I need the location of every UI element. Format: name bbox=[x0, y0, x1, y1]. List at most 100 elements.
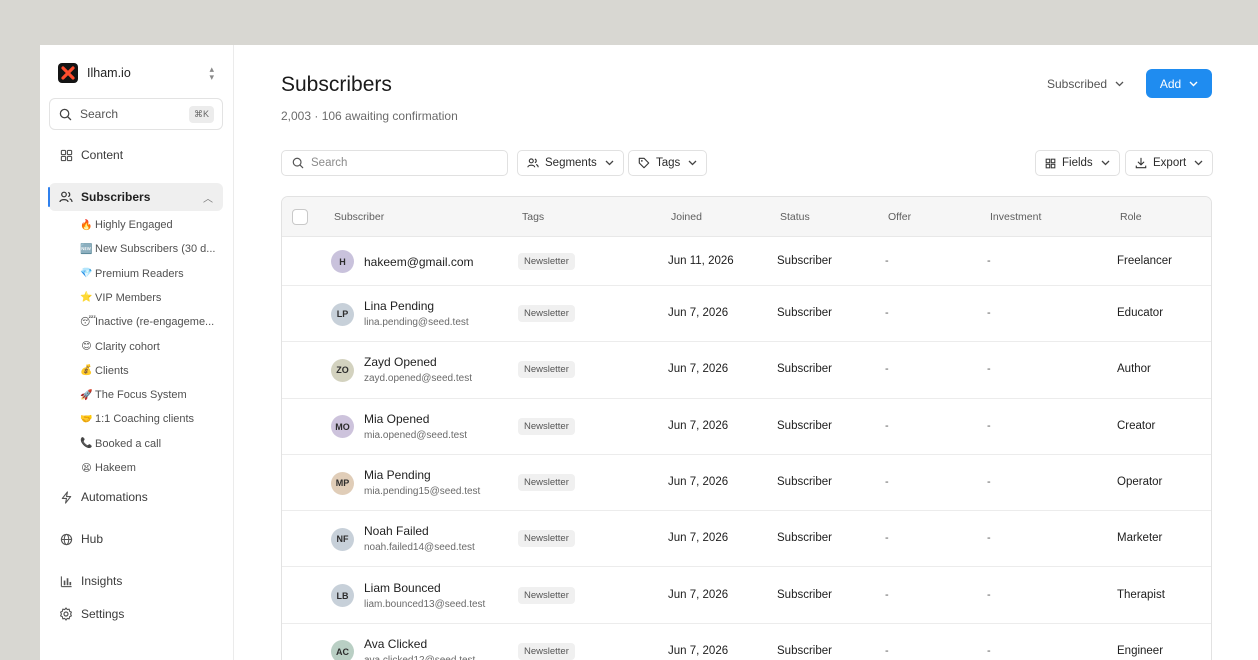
sidebar-item-settings[interactable]: Settings bbox=[49, 600, 223, 628]
tag-badge: Newsletter bbox=[518, 305, 575, 323]
tag-badge: Newsletter bbox=[518, 361, 575, 379]
subscribers-table: Subscriber Tags Joined Status Offer Inve… bbox=[281, 196, 1212, 660]
subscriber-name[interactable]: Mia Pending bbox=[364, 468, 431, 482]
segment-emoji-icon: 😫 bbox=[81, 462, 92, 474]
table-row[interactable]: MO Mia Opened mia.opened@seed.test Newslett… bbox=[282, 399, 1211, 455]
subscriber-name[interactable]: Mia Opened bbox=[364, 412, 429, 426]
column-header-role[interactable]: Role bbox=[1120, 211, 1142, 223]
sidebar-item-hub[interactable]: Hub bbox=[49, 525, 223, 553]
users-icon bbox=[59, 190, 73, 204]
users-icon bbox=[527, 158, 539, 168]
chevron-down-icon bbox=[1115, 79, 1124, 89]
sidebar-segment-item[interactable]: 🆕 New Subscribers (30 d... bbox=[80, 239, 225, 259]
sidebar-segment-item[interactable]: 🔥 Highly Engaged bbox=[80, 215, 225, 235]
segment-emoji-icon: 🚀 bbox=[80, 389, 93, 401]
sidebar-segment-item[interactable]: 💰 Clients bbox=[80, 361, 225, 381]
role-text: Operator bbox=[1117, 476, 1163, 489]
sidebar-segment-item[interactable]: ⭐ VIP Members bbox=[80, 288, 225, 308]
sidebar-segment-item[interactable]: 🚀 The Focus System bbox=[80, 385, 225, 405]
avatar: MO bbox=[331, 415, 354, 439]
fields-button[interactable]: Fields bbox=[1035, 150, 1120, 176]
subscriber-email[interactable]: hakeem@gmail.com bbox=[364, 255, 474, 269]
avatar: AC bbox=[331, 640, 354, 660]
select-all-checkbox[interactable] bbox=[292, 209, 308, 225]
segment-emoji-icon: 💎 bbox=[80, 268, 93, 280]
sidebar-segment-item[interactable]: 🤝 1:1 Coaching clients bbox=[80, 409, 225, 429]
investment-value: - bbox=[987, 476, 991, 489]
offer-value: - bbox=[885, 419, 889, 432]
fields-label: Fields bbox=[1062, 157, 1093, 169]
subscriber-name[interactable]: Ava Clicked bbox=[364, 637, 427, 651]
subscriber-name[interactable]: Zayd Opened bbox=[364, 355, 437, 369]
segment-emoji-icon: 💰 bbox=[80, 365, 93, 377]
sidebar-item-automations[interactable]: Automations bbox=[49, 483, 223, 511]
table-row[interactable]: LB Liam Bounced liam.bounced13@seed.test Ne… bbox=[282, 568, 1211, 624]
search-icon bbox=[59, 108, 72, 120]
table-row[interactable]: LP Lina Pending lina.pending@seed.test News… bbox=[282, 286, 1211, 343]
sidebar-item-insights[interactable]: Insights bbox=[49, 567, 223, 595]
page-subtitle: 2,003 · 106 awaiting confirmation bbox=[281, 109, 458, 123]
sidebar-segment-item[interactable]: 😫 Hakeem bbox=[80, 458, 225, 478]
tag-icon bbox=[638, 157, 650, 169]
status-text: Subscriber bbox=[777, 254, 832, 267]
segment-label: The Focus System bbox=[95, 389, 187, 402]
sidebar-item-subscribers[interactable]: Subscribers ︿ bbox=[48, 183, 223, 211]
subscriber-name[interactable]: Lina Pending bbox=[364, 299, 434, 313]
role-text: Creator bbox=[1117, 419, 1156, 432]
column-header-investment[interactable]: Investment bbox=[990, 211, 1041, 223]
subscriber-email: mia.pending15@seed.test bbox=[364, 486, 481, 498]
column-header-tags[interactable]: Tags bbox=[522, 211, 544, 223]
investment-value: - bbox=[987, 419, 991, 432]
table-row[interactable]: ZO Zayd Opened zayd.opened@seed.test Newsle… bbox=[282, 342, 1211, 399]
subscriber-name[interactable]: Liam Bounced bbox=[364, 581, 441, 595]
segment-emoji-icon: 🔥 bbox=[80, 219, 93, 231]
column-header-offer[interactable]: Offer bbox=[888, 211, 911, 223]
tags-label: Tags bbox=[656, 157, 681, 169]
chevron-down-icon bbox=[605, 159, 614, 168]
table-row[interactable]: MP Mia Pending mia.pending15@seed.test News… bbox=[282, 455, 1211, 512]
sidebar-segment-item[interactable]: 😴 Inactive (re-engageme... bbox=[80, 312, 225, 332]
search-input[interactable] bbox=[311, 157, 491, 169]
column-header-subscriber[interactable]: Subscriber bbox=[334, 211, 384, 223]
subscriber-name[interactable]: Noah Failed bbox=[364, 524, 429, 538]
sidebar-search[interactable]: Search ⌘K bbox=[49, 98, 223, 130]
avatar: ZO bbox=[331, 358, 354, 382]
sidebar-segment-item[interactable]: 📞 Booked a call bbox=[80, 434, 225, 454]
role-text: Educator bbox=[1117, 307, 1164, 320]
workspace-switcher[interactable]: Ilham.io ▴ ▾ bbox=[58, 63, 214, 83]
chevron-up-down-icon: ▴ ▾ bbox=[209, 64, 214, 82]
table-row[interactable]: AC Ava Clicked ava.clicked12@seed.test News… bbox=[282, 624, 1211, 660]
table-row[interactable]: Hhakeem@gmail.com Newsletter Jun 11, 2026 S… bbox=[282, 237, 1211, 286]
role-text: Author bbox=[1117, 363, 1151, 376]
subscriber-search[interactable] bbox=[281, 150, 508, 176]
tag-badge: Newsletter bbox=[518, 252, 575, 270]
joined-date: Jun 11, 2026 bbox=[668, 254, 734, 267]
subscriber-email: noah.failed14@seed.test bbox=[364, 542, 475, 554]
sidebar-segment-item[interactable]: 💎 Premium Readers bbox=[80, 264, 225, 284]
investment-value: - bbox=[987, 588, 991, 601]
sidebar-segment-item[interactable]: 😊 Clarity cohort bbox=[80, 337, 225, 357]
sidebar: Ilham.io ▴ ▾ Search ⌘K Content Subscriber… bbox=[40, 45, 234, 660]
avatar: LB bbox=[331, 584, 354, 608]
offer-value: - bbox=[885, 588, 889, 601]
sidebar-item-content[interactable]: Content bbox=[49, 141, 223, 169]
investment-value: - bbox=[987, 532, 991, 545]
subscriber-email: lina.pending@seed.test bbox=[364, 317, 469, 329]
tag-badge: Newsletter bbox=[518, 474, 575, 492]
segment-label: Premium Readers bbox=[95, 267, 184, 280]
table-row[interactable]: NF Noah Failed noah.failed14@seed.test News… bbox=[282, 511, 1211, 568]
export-button[interactable]: Export bbox=[1125, 150, 1214, 176]
avatar: H bbox=[331, 250, 354, 273]
tag-badge: Newsletter bbox=[518, 586, 575, 604]
workspace-name: Ilham.io bbox=[87, 66, 131, 80]
chevron-up-icon[interactable]: ︿ bbox=[203, 190, 213, 205]
download-icon bbox=[1135, 157, 1147, 169]
offer-value: - bbox=[885, 532, 889, 545]
segments-filter-button[interactable]: Segments bbox=[517, 150, 624, 176]
segment-emoji-icon: ⭐ bbox=[80, 292, 93, 304]
column-header-joined[interactable]: Joined bbox=[671, 211, 702, 223]
tags-filter-button[interactable]: Tags bbox=[628, 150, 708, 176]
add-button[interactable]: Add bbox=[1146, 69, 1212, 98]
status-filter-dropdown[interactable]: Subscribed bbox=[1047, 74, 1124, 94]
column-header-status[interactable]: Status bbox=[780, 211, 810, 223]
